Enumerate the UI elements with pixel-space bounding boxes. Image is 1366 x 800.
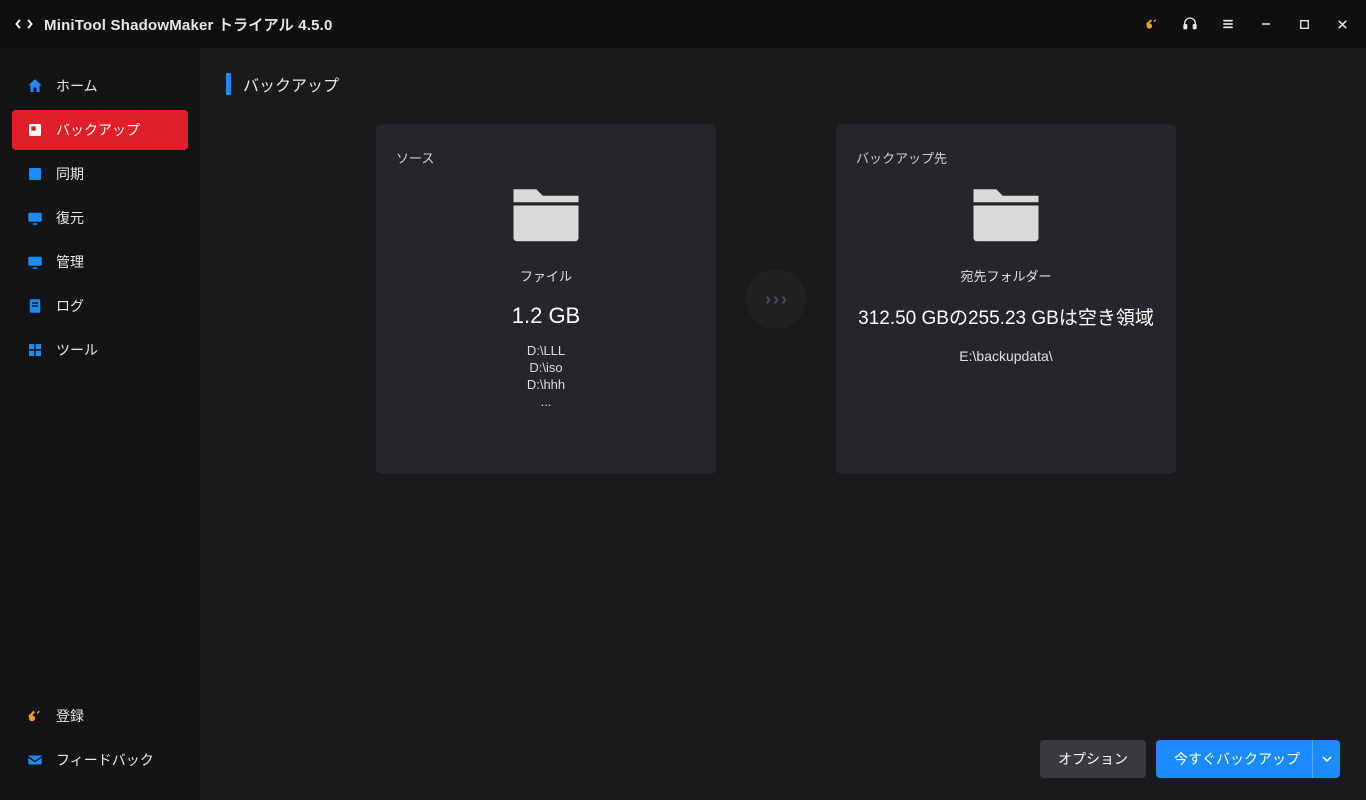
source-card-label: ソース — [396, 148, 434, 167]
source-path-more: ... — [541, 394, 552, 409]
source-path: D:\hhh — [527, 377, 565, 392]
titlebar: MiniTool ShadowMaker トライアル 4.5.0 — [0, 0, 1366, 48]
key-icon — [26, 707, 44, 725]
nav-sync[interactable]: 同期 — [12, 154, 188, 194]
home-icon — [26, 77, 44, 95]
nav-manage[interactable]: 管理 — [12, 242, 188, 282]
chevron-down-icon[interactable] — [1312, 740, 1340, 778]
sidebar-feedback[interactable]: フィードバック — [12, 740, 188, 780]
source-type: ファイル — [520, 266, 572, 285]
nav-label: ログ — [56, 296, 84, 316]
source-size: 1.2 GB — [512, 303, 580, 329]
source-path: D:\iso — [529, 360, 562, 375]
log-icon — [26, 297, 44, 315]
folder-icon — [507, 179, 585, 250]
main-content: バックアップ ソース ファイル 1.2 GB D:\LLL D:\iso D:\… — [200, 48, 1366, 800]
destination-card-label: バックアップ先 — [856, 148, 947, 167]
titlebar-left: MiniTool ShadowMaker トライアル 4.5.0 — [14, 14, 333, 35]
nav-backup[interactable]: バックアップ — [12, 110, 188, 150]
window-minimize-icon[interactable] — [1256, 14, 1276, 34]
sync-icon — [26, 165, 44, 183]
window-maximize-icon[interactable] — [1294, 14, 1314, 34]
sidebar-register[interactable]: 登録 — [12, 696, 188, 736]
options-button[interactable]: オプション — [1040, 740, 1146, 778]
destination-type: 宛先フォルダー — [960, 266, 1051, 285]
nav-label: ツール — [56, 340, 98, 360]
nav-tools[interactable]: ツール — [12, 330, 188, 370]
page-title: バックアップ — [243, 72, 339, 96]
titlebar-title: MiniTool ShadowMaker トライアル 4.5.0 — [44, 14, 333, 35]
page-heading: バックアップ — [226, 72, 1340, 96]
window-close-icon[interactable] — [1332, 14, 1352, 34]
destination-free-space: 312.50 GBの255.23 GBは空き領域 — [858, 303, 1154, 330]
support-headset-icon[interactable] — [1180, 14, 1200, 34]
tools-icon — [26, 341, 44, 359]
nav-restore[interactable]: 復元 — [12, 198, 188, 238]
nav-label: 同期 — [56, 164, 84, 184]
upgrade-key-icon[interactable] — [1142, 14, 1162, 34]
menu-icon[interactable] — [1218, 14, 1238, 34]
backup-now-button[interactable]: 今すぐバックアップ — [1156, 740, 1340, 778]
restore-icon — [26, 209, 44, 227]
mail-icon — [26, 751, 44, 769]
source-path: D:\LLL — [527, 343, 565, 358]
destination-card[interactable]: バックアップ先 宛先フォルダー 312.50 GBの255.23 GBは空き領域… — [836, 124, 1176, 474]
direction-arrow-icon: ››› — [746, 269, 806, 329]
feedback-label: フィードバック — [56, 750, 154, 770]
titlebar-controls — [1142, 14, 1352, 34]
source-paths: D:\LLL D:\iso D:\hhh ... — [527, 343, 565, 409]
sidebar: ホーム バックアップ 同期 復元 管理 ログ — [0, 48, 200, 800]
nav-label: ホーム — [56, 76, 98, 96]
backup-icon — [26, 121, 44, 139]
destination-path: E:\backupdata\ — [959, 348, 1052, 364]
nav-label: 復元 — [56, 208, 84, 228]
nav-home[interactable]: ホーム — [12, 66, 188, 106]
nav-label: バックアップ — [56, 120, 140, 140]
folder-icon — [967, 179, 1045, 250]
nav-label: 管理 — [56, 252, 84, 272]
manage-icon — [26, 253, 44, 271]
app-logo-icon — [14, 14, 34, 34]
nav-log[interactable]: ログ — [12, 286, 188, 326]
source-card[interactable]: ソース ファイル 1.2 GB D:\LLL D:\iso D:\hhh ... — [376, 124, 716, 474]
heading-accent-bar — [226, 73, 231, 95]
register-label: 登録 — [56, 706, 84, 726]
